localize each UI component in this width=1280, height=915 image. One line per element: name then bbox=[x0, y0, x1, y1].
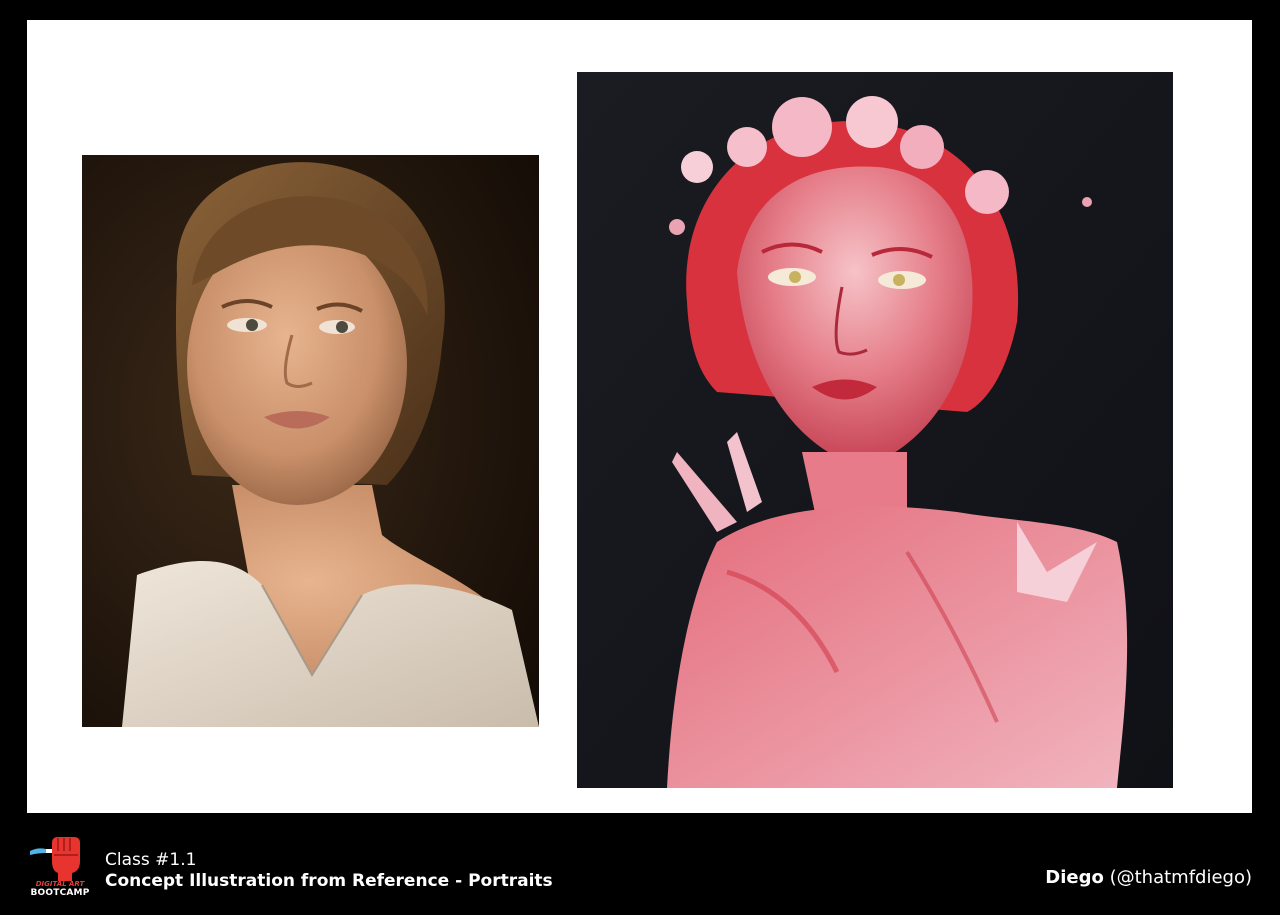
portrait-painting bbox=[577, 72, 1173, 788]
artist-name: Diego bbox=[1045, 867, 1104, 888]
artist-handle: (@thatmfdiego) bbox=[1109, 867, 1252, 888]
class-number: Class #1.1 bbox=[105, 850, 197, 870]
reference-photo bbox=[82, 155, 539, 727]
logo-line2: BOOTCAMP bbox=[30, 888, 90, 898]
slide-footer: DIGITAL ART BOOTCAMP Class #1.1 Concept … bbox=[0, 815, 1280, 915]
class-title: Concept Illustration from Reference - Po… bbox=[105, 871, 553, 891]
logo-line1: DIGITAL ART bbox=[35, 880, 85, 888]
bootcamp-logo: DIGITAL ART BOOTCAMP bbox=[28, 835, 92, 907]
raised-fist-brush-icon bbox=[30, 837, 80, 881]
artist-credit: Diego (@thatmfdiego) bbox=[1045, 867, 1252, 888]
